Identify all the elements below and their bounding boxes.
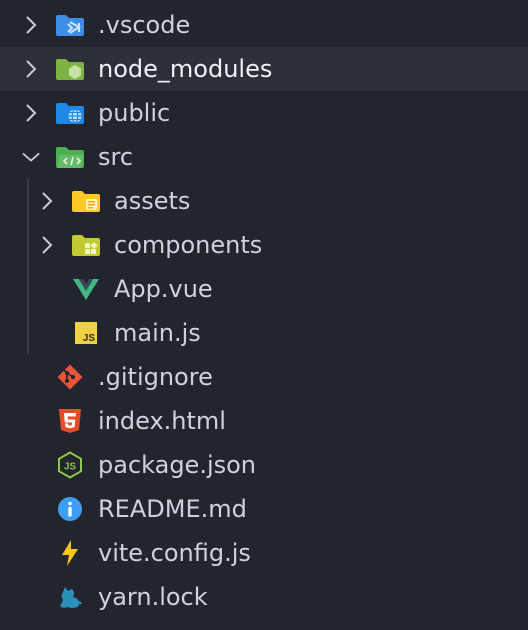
tree-item-index-html[interactable]: index.html (0, 399, 528, 443)
tree-item-vite-config[interactable]: vite.config.js (0, 531, 528, 575)
node-folder-icon (55, 47, 85, 91)
tree-item-label: src (98, 143, 134, 171)
tree-item-label: vite.config.js (98, 539, 251, 567)
tree-item-label: node_modules (98, 55, 273, 83)
chevron-right-icon[interactable] (38, 179, 56, 223)
tree-item-label: README.md (98, 495, 247, 523)
tree-item-label: .gitignore (98, 363, 213, 391)
chevron-right-icon[interactable] (22, 91, 40, 135)
tree-item-assets[interactable]: assets (0, 179, 528, 223)
tree-item-yarn-lock[interactable]: yarn.lock (0, 575, 528, 619)
tree-item-node-modules[interactable]: node_modules (0, 47, 528, 91)
chevron-right-icon[interactable] (22, 47, 40, 91)
assets-folder-icon (71, 179, 101, 223)
tree-item-package-json[interactable]: JS package.json (0, 443, 528, 487)
tree-item-label: yarn.lock (98, 583, 208, 611)
tree-item-app-vue[interactable]: App.vue (0, 267, 528, 311)
tree-item-readme[interactable]: README.md (0, 487, 528, 531)
nodejs-icon: JS (55, 443, 85, 487)
file-explorer-tree: .vscode node_modules public src assets c… (0, 0, 528, 630)
components-folder-icon (71, 223, 101, 267)
tree-item-label: components (114, 231, 263, 259)
vue-icon (71, 267, 101, 311)
yarn-icon (55, 575, 85, 619)
tree-item-public[interactable]: public (0, 91, 528, 135)
public-folder-icon (55, 91, 85, 135)
chevron-down-icon[interactable] (22, 135, 40, 179)
git-icon (55, 355, 85, 399)
tree-item-label: index.html (98, 407, 226, 435)
svg-text:JS: JS (83, 333, 96, 344)
info-icon (55, 487, 85, 531)
tree-item-label: App.vue (114, 275, 213, 303)
tree-item-label: package.json (98, 451, 257, 479)
tree-item-vscode[interactable]: .vscode (0, 3, 528, 47)
tree-item-main-js[interactable]: JS main.js (0, 311, 528, 355)
tree-item-components[interactable]: components (0, 223, 528, 267)
svg-text:JS: JS (64, 462, 77, 473)
vite-icon (55, 531, 85, 575)
javascript-icon: JS (71, 311, 101, 355)
tree-item-label: main.js (114, 319, 201, 347)
src-folder-icon (55, 135, 85, 179)
chevron-right-icon[interactable] (22, 3, 40, 47)
tree-item-src[interactable]: src (0, 135, 528, 179)
chevron-right-icon[interactable] (38, 223, 56, 267)
vscode-folder-icon (55, 3, 85, 47)
tree-item-label: assets (114, 187, 191, 215)
tree-item-label: public (98, 99, 171, 127)
tree-item-label: .vscode (98, 11, 191, 39)
tree-item-gitignore[interactable]: .gitignore (0, 355, 528, 399)
html5-icon (55, 399, 85, 443)
